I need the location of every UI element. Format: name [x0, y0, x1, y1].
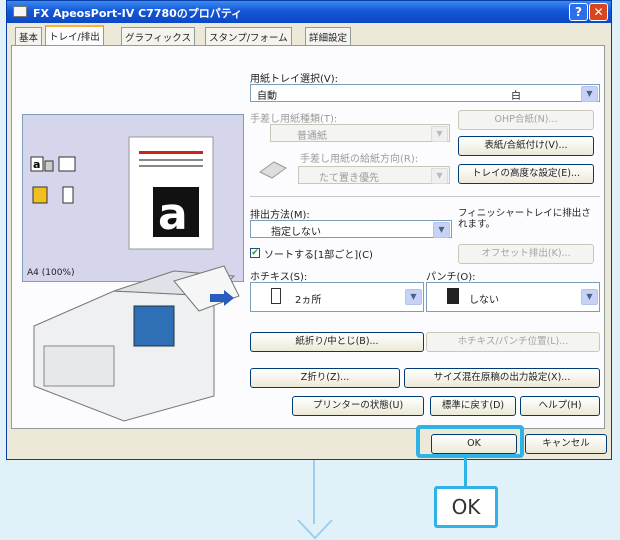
- paper-tray-select[interactable]: 自動 白 ▼: [250, 84, 600, 102]
- tray-advanced-button[interactable]: トレイの高度な設定(E)...: [458, 164, 594, 184]
- manual-type-select[interactable]: 普通紙 ▼: [270, 124, 450, 142]
- output-info-text: フィニッシャートレイに排出されます。: [458, 208, 591, 230]
- staple-value: 2ヵ所: [295, 295, 322, 306]
- paper-color-value: 白: [511, 91, 521, 102]
- chevron-down-icon: [297, 519, 333, 540]
- manual-direction-value: たて置き優先: [319, 173, 379, 184]
- staple-label: ホチキス(S):: [250, 272, 308, 283]
- punch-select[interactable]: しない ▼: [426, 282, 600, 312]
- punch-icon: [447, 288, 459, 304]
- help-title-button[interactable]: ?: [569, 3, 588, 21]
- punch-value: しない: [469, 295, 499, 306]
- close-button[interactable]: ✕: [589, 3, 608, 21]
- tab-stamp-form[interactable]: スタンプ/フォーム: [205, 27, 292, 45]
- chevron-down-icon: ▼: [431, 126, 448, 142]
- tab-tray-output[interactable]: トレイ/排出: [45, 25, 104, 46]
- ok-callout: OK: [434, 486, 498, 528]
- output-method-label: 排出方法(M):: [250, 210, 310, 221]
- window-title: FX ApeosPort-IV C7780のプロパティ: [33, 7, 243, 20]
- staple-punch-position-button[interactable]: ホチキス/パンチ位置(L)...: [426, 332, 600, 352]
- chevron-down-icon: ▼: [405, 289, 422, 305]
- manual-type-value: 普通紙: [297, 131, 327, 142]
- cancel-button[interactable]: キャンセル: [525, 434, 607, 454]
- connector-line: [313, 460, 315, 524]
- preview-letter: a: [158, 189, 188, 240]
- ohp-interleave-button[interactable]: OHP合紙(N)...: [458, 110, 594, 130]
- staple-icon: [271, 288, 281, 304]
- tab-basic[interactable]: 基本: [15, 27, 43, 45]
- output-method-select[interactable]: 指定しない ▼: [250, 220, 452, 238]
- manual-type-label: 手差し用紙種類(T):: [250, 114, 338, 125]
- tab-panel: a a A4 (100%) 用紙トレイ選択(V): 自動 白 ▼ 手差し用紙種類…: [11, 45, 605, 429]
- mixed-size-output-button[interactable]: サイズ混在原稿の出力設定(X)...: [404, 368, 600, 388]
- output-method-value: 指定しない: [271, 227, 321, 238]
- manual-direction-select[interactable]: たて置き優先 ▼: [298, 166, 450, 184]
- sort-label: ソートする[1部ごと](C): [264, 250, 373, 261]
- printer-status-button[interactable]: プリンターの状態(U): [292, 396, 424, 416]
- manual-feed-icon: [259, 161, 287, 179]
- callout-pointer: [464, 458, 467, 488]
- restore-default-button[interactable]: 標準に戻す(D): [430, 396, 516, 416]
- svg-text:a: a: [33, 158, 40, 171]
- printer-machine-illustration: [33, 265, 240, 422]
- title-bar[interactable]: FX ApeosPort-IV C7780のプロパティ ? ✕: [7, 1, 611, 23]
- tab-advanced[interactable]: 詳細設定: [305, 27, 352, 45]
- properties-window: FX ApeosPort-IV C7780のプロパティ ? ✕ 基本 トレイ/排…: [6, 0, 612, 460]
- chevron-down-icon: ▼: [433, 222, 450, 238]
- ok-highlight-frame: [416, 425, 524, 458]
- sort-checkbox[interactable]: ✔: [250, 248, 260, 258]
- tab-graphics[interactable]: グラフィックス: [121, 27, 196, 45]
- paper-tray-value: 自動: [257, 91, 277, 102]
- divider: [250, 196, 600, 197]
- staple-select[interactable]: 2ヵ所 ▼: [250, 282, 424, 312]
- fold-staple-button[interactable]: 紙折り/中とじ(B)...: [250, 332, 424, 352]
- help-button[interactable]: ヘルプ(H): [520, 396, 600, 416]
- manual-direction-label: 手差し用紙の給紙方向(R):: [300, 154, 419, 165]
- cover-interleave-button[interactable]: 表紙/合紙付け(V)...: [458, 136, 594, 156]
- z-fold-button[interactable]: Z折り(Z)...: [250, 368, 400, 388]
- paper-tray-label: 用紙トレイ選択(V):: [250, 74, 339, 85]
- chevron-down-icon: ▼: [581, 86, 598, 102]
- printer-icon: [13, 6, 27, 17]
- chevron-down-icon: ▼: [581, 289, 598, 305]
- offset-output-button[interactable]: オフセット排出(K)...: [458, 244, 594, 264]
- punch-label: パンチ(O):: [426, 272, 476, 283]
- chevron-down-icon: ▼: [431, 168, 448, 184]
